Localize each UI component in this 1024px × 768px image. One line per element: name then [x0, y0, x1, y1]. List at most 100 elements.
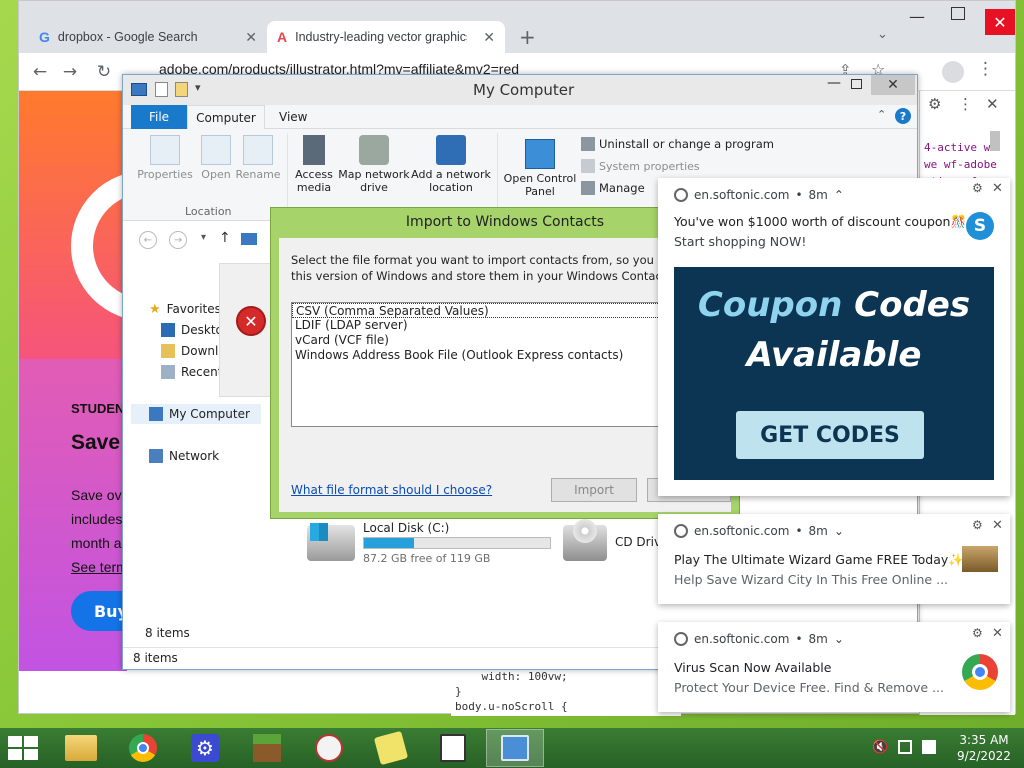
sidebar-favorites[interactable]: ★ Favorites — [149, 299, 221, 319]
sidebar-item-network[interactable]: Network — [149, 446, 219, 466]
help-icon[interactable]: ? — [895, 108, 911, 124]
notification-title: Play The Ultimate Wizard Game FREE Today… — [674, 552, 964, 567]
taskbar-chrome[interactable] — [114, 729, 172, 767]
sidebar-item-downloads[interactable]: Downlo — [161, 341, 226, 361]
get-codes-button[interactable]: GET CODES — [736, 411, 924, 459]
taskbar-contacts-app[interactable] — [486, 729, 544, 767]
button-label: Open Control Panel — [503, 172, 577, 198]
new-tab-button[interactable]: + — [519, 25, 536, 49]
notification-body: Help Save Wizard City In This Free Onlin… — [674, 572, 949, 587]
action-center-icon[interactable] — [922, 740, 936, 754]
tab-computer[interactable]: Computer — [187, 105, 265, 130]
settings-gear-icon[interactable]: ⚙ — [972, 626, 983, 640]
tab-file[interactable]: File — [131, 105, 187, 129]
volume-muted-icon[interactable]: 🔇 — [872, 740, 888, 755]
start-button[interactable] — [8, 736, 38, 760]
network-icon[interactable] — [898, 740, 912, 754]
taskbar-notepad-app[interactable] — [424, 729, 482, 767]
maximize-icon[interactable] — [851, 79, 862, 89]
drive-cd[interactable]: CD Drive — [563, 519, 668, 567]
close-window-button[interactable]: ✕ — [871, 75, 915, 95]
maximize-icon[interactable] — [951, 7, 965, 20]
close-icon[interactable]: ✕ — [245, 29, 257, 46]
settings-gear-icon[interactable]: ⚙ — [972, 518, 983, 532]
chrome-logo-icon — [962, 654, 998, 690]
add-network-location-button[interactable]: Add a network location — [411, 135, 491, 194]
notification-virus-scan[interactable]: en.softonic.com • 8m ⌄ ⚙ ✕ Virus Scan No… — [658, 622, 1010, 712]
grass-block-icon — [253, 734, 281, 762]
open-control-panel-button[interactable]: Open Control Panel — [503, 139, 577, 198]
recent-locations-icon[interactable]: ▾ — [201, 232, 206, 243]
computer-icon — [241, 233, 257, 245]
tab-dropbox-search[interactable]: G dropbox - Google Search ✕ — [29, 21, 267, 53]
manage-button[interactable]: Manage — [581, 181, 645, 195]
body-line: Save ove — [71, 487, 130, 503]
chevron-down-icon[interactable]: ⌄ — [834, 632, 844, 646]
system-properties-button[interactable]: System properties — [581, 159, 700, 173]
see-terms-link[interactable]: See term — [71, 555, 129, 579]
notification-coupon[interactable]: en.softonic.com • 8m ⌃ ⚙ ✕ You've won $1… — [658, 178, 1010, 496]
minimize-icon[interactable]: — — [909, 7, 925, 26]
devtools-scrollbar[interactable] — [990, 131, 1000, 151]
button-label: Map network drive — [338, 168, 410, 194]
taskbar-minecraft[interactable] — [238, 729, 296, 767]
minimize-icon[interactable]: — — [820, 75, 848, 95]
open-button[interactable]: Open — [197, 135, 235, 181]
clock-date: 9/2/2022 — [957, 749, 1011, 763]
taskbar-file-explorer[interactable] — [52, 729, 110, 767]
network-location-icon — [436, 135, 466, 165]
close-icon[interactable]: ✕ — [992, 518, 1003, 533]
tab-adobe[interactable]: A Industry-leading vector graphics ✕ — [267, 21, 505, 53]
map-network-drive-button[interactable]: Map network drive — [337, 135, 411, 194]
up-icon[interactable]: ↑ — [219, 230, 231, 246]
forward-icon[interactable]: → — [59, 61, 81, 83]
taskbar-clock-app[interactable] — [300, 729, 358, 767]
drive-label: Local Disk (C:) — [363, 521, 450, 535]
settings-gear-icon[interactable]: ⚙ — [928, 95, 941, 113]
code-line: } — [455, 685, 462, 698]
rename-button[interactable]: Rename — [235, 135, 281, 181]
import-button[interactable]: Import — [551, 478, 637, 502]
chevron-down-icon[interactable]: ⌄ — [834, 524, 844, 538]
tab-search-icon[interactable]: ⌄ — [877, 27, 888, 42]
properties-button[interactable]: Properties — [137, 135, 193, 181]
close-window-button[interactable]: ✕ — [985, 9, 1015, 35]
forward-icon[interactable]: → — [169, 231, 187, 249]
sidebar-item-recent[interactable]: Recent — [161, 362, 222, 382]
settings-gear-icon[interactable]: ⚙ — [972, 181, 983, 195]
chevron-up-icon[interactable]: ⌃ — [834, 188, 844, 202]
folder-quick-icon[interactable] — [175, 82, 188, 97]
back-icon[interactable]: ← — [29, 61, 51, 83]
menu-kebab-icon[interactable]: ⋮ — [977, 59, 994, 79]
open-icon — [201, 135, 231, 165]
uninstall-program-button[interactable]: Uninstall or change a program — [581, 137, 774, 151]
more-icon[interactable]: ⋮ — [958, 95, 973, 113]
wizard-game-thumbnail — [962, 546, 998, 572]
properties-quick-icon[interactable] — [155, 82, 168, 97]
properties-icon — [150, 135, 180, 165]
taskbar-settings[interactable]: ⚙ — [176, 729, 234, 767]
manage-icon — [581, 181, 595, 195]
access-media-button[interactable]: Access media — [291, 135, 337, 194]
back-icon[interactable]: ← — [139, 231, 157, 249]
sidebar-item-my-computer[interactable]: My Computer — [131, 404, 261, 424]
ribbon-tabs: File Computer View ⌃ ? — [123, 105, 917, 130]
close-icon[interactable]: ✕ — [992, 181, 1003, 196]
tab-view[interactable]: View — [279, 110, 307, 124]
network-drive-icon — [359, 135, 389, 165]
customize-toolbar-icon[interactable]: ▾ — [195, 81, 201, 94]
close-icon[interactable]: ✕ — [483, 29, 495, 46]
notification-wizard[interactable]: en.softonic.com • 8m ⌄ ⚙ ✕ Play The Ulti… — [658, 514, 1010, 604]
drive-local-disk[interactable]: Local Disk (C:) 87.2 GB free of 119 GB — [307, 521, 557, 567]
collapse-ribbon-icon[interactable]: ⌃ — [877, 108, 886, 121]
taskbar-paint-app[interactable] — [362, 729, 420, 767]
profile-avatar[interactable] — [942, 61, 964, 83]
system-clock[interactable]: 3:35 AM 9/2/2022 — [954, 732, 1014, 764]
body-line: month a — [71, 535, 122, 551]
reload-icon[interactable]: ↻ — [93, 61, 115, 83]
sidebar-item-desktop[interactable]: Deskto — [161, 320, 223, 340]
close-icon[interactable]: ✕ — [992, 626, 1003, 641]
close-devtools-icon[interactable]: ✕ — [986, 95, 999, 113]
code-line: 4-active w — [924, 141, 991, 154]
help-link[interactable]: What file format should I choose? — [291, 483, 492, 497]
